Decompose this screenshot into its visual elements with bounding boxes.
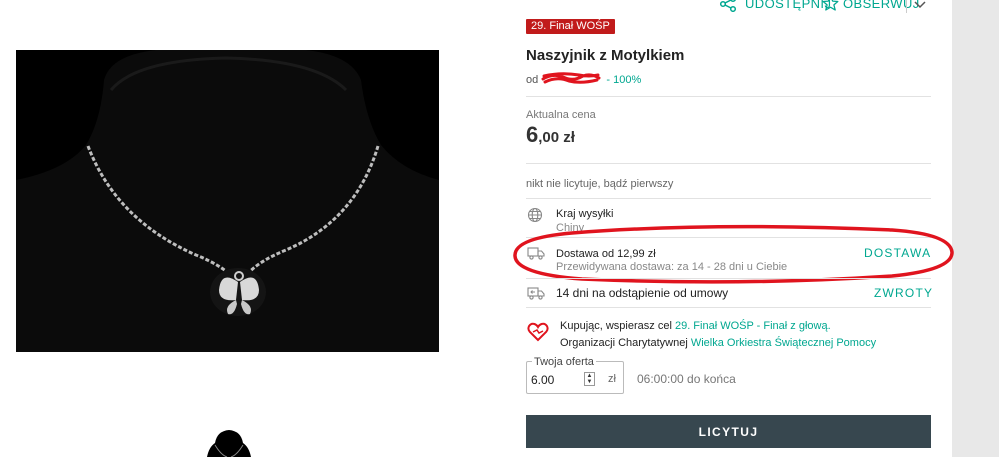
price-label: Aktualna cena (526, 109, 596, 121)
divider (526, 278, 931, 279)
returns-text: 14 dni na odstąpienie od umowy (556, 286, 729, 300)
charity-org-link[interactable]: Wielka Orkiestra Świątecznej Pomocy (691, 337, 876, 349)
current-price: 6,00 zł (526, 122, 575, 148)
divider (526, 198, 931, 199)
divider (526, 163, 931, 164)
actions-divider (906, 0, 907, 13)
wosp-badge[interactable]: 29. Finał WOŚP (526, 19, 615, 34)
chevron-down-icon[interactable] (913, 0, 927, 11)
redaction-scribble (541, 72, 601, 84)
bid-status: nikt nie licytuje, bądź pierwszy (526, 178, 674, 190)
offer-label: Twoja oferta (532, 356, 596, 368)
product-thumbnail[interactable] (193, 425, 265, 457)
product-title: Naszyjnik z Motylkiem (526, 47, 685, 64)
annotation-oval (513, 224, 954, 284)
returns-link[interactable]: ZWROTY (874, 286, 933, 300)
return-truck-icon (527, 287, 545, 300)
charity-goal-link[interactable]: 29. Finał WOŚP - Finał z głową. (675, 320, 831, 332)
charity-line-1-text: Kupując, wspierasz cel (560, 320, 675, 332)
offer-currency: zł (608, 373, 616, 385)
price-decimal: ,00 zł (538, 129, 575, 146)
seller-rating[interactable]: - 100% (606, 74, 641, 86)
seller-prefix: od (526, 74, 539, 86)
offer-input[interactable] (531, 372, 583, 388)
charity-line-2: Organizacji Charytatywnej Wielka Orkiest… (560, 337, 876, 349)
price-integer: 6 (526, 122, 539, 147)
stepper-down-icon[interactable]: ▼ (585, 379, 594, 385)
bid-button[interactable]: LICYTUJ (526, 415, 931, 448)
page-gutter (952, 0, 999, 457)
watch-link[interactable]: OBSERWUJ (843, 0, 920, 11)
product-main-image[interactable] (16, 50, 439, 352)
offer-stepper[interactable]: ▲ ▼ (584, 372, 595, 386)
share-icon[interactable] (719, 0, 737, 12)
share-link[interactable]: UDOSTĘPNIJ (745, 0, 831, 11)
ship-country-label: Kraj wysyłki (556, 208, 614, 220)
star-icon[interactable] (822, 0, 839, 12)
divider (526, 307, 931, 308)
divider (526, 96, 931, 97)
auction-countdown: 06:00:00 do końca (637, 372, 736, 386)
heart-icon (527, 322, 549, 342)
charity-line-1: Kupując, wspierasz cel 29. Finał WOŚP - … (560, 320, 831, 332)
globe-icon (527, 207, 543, 223)
charity-line-2-text: Organizacji Charytatywnej (560, 337, 691, 349)
